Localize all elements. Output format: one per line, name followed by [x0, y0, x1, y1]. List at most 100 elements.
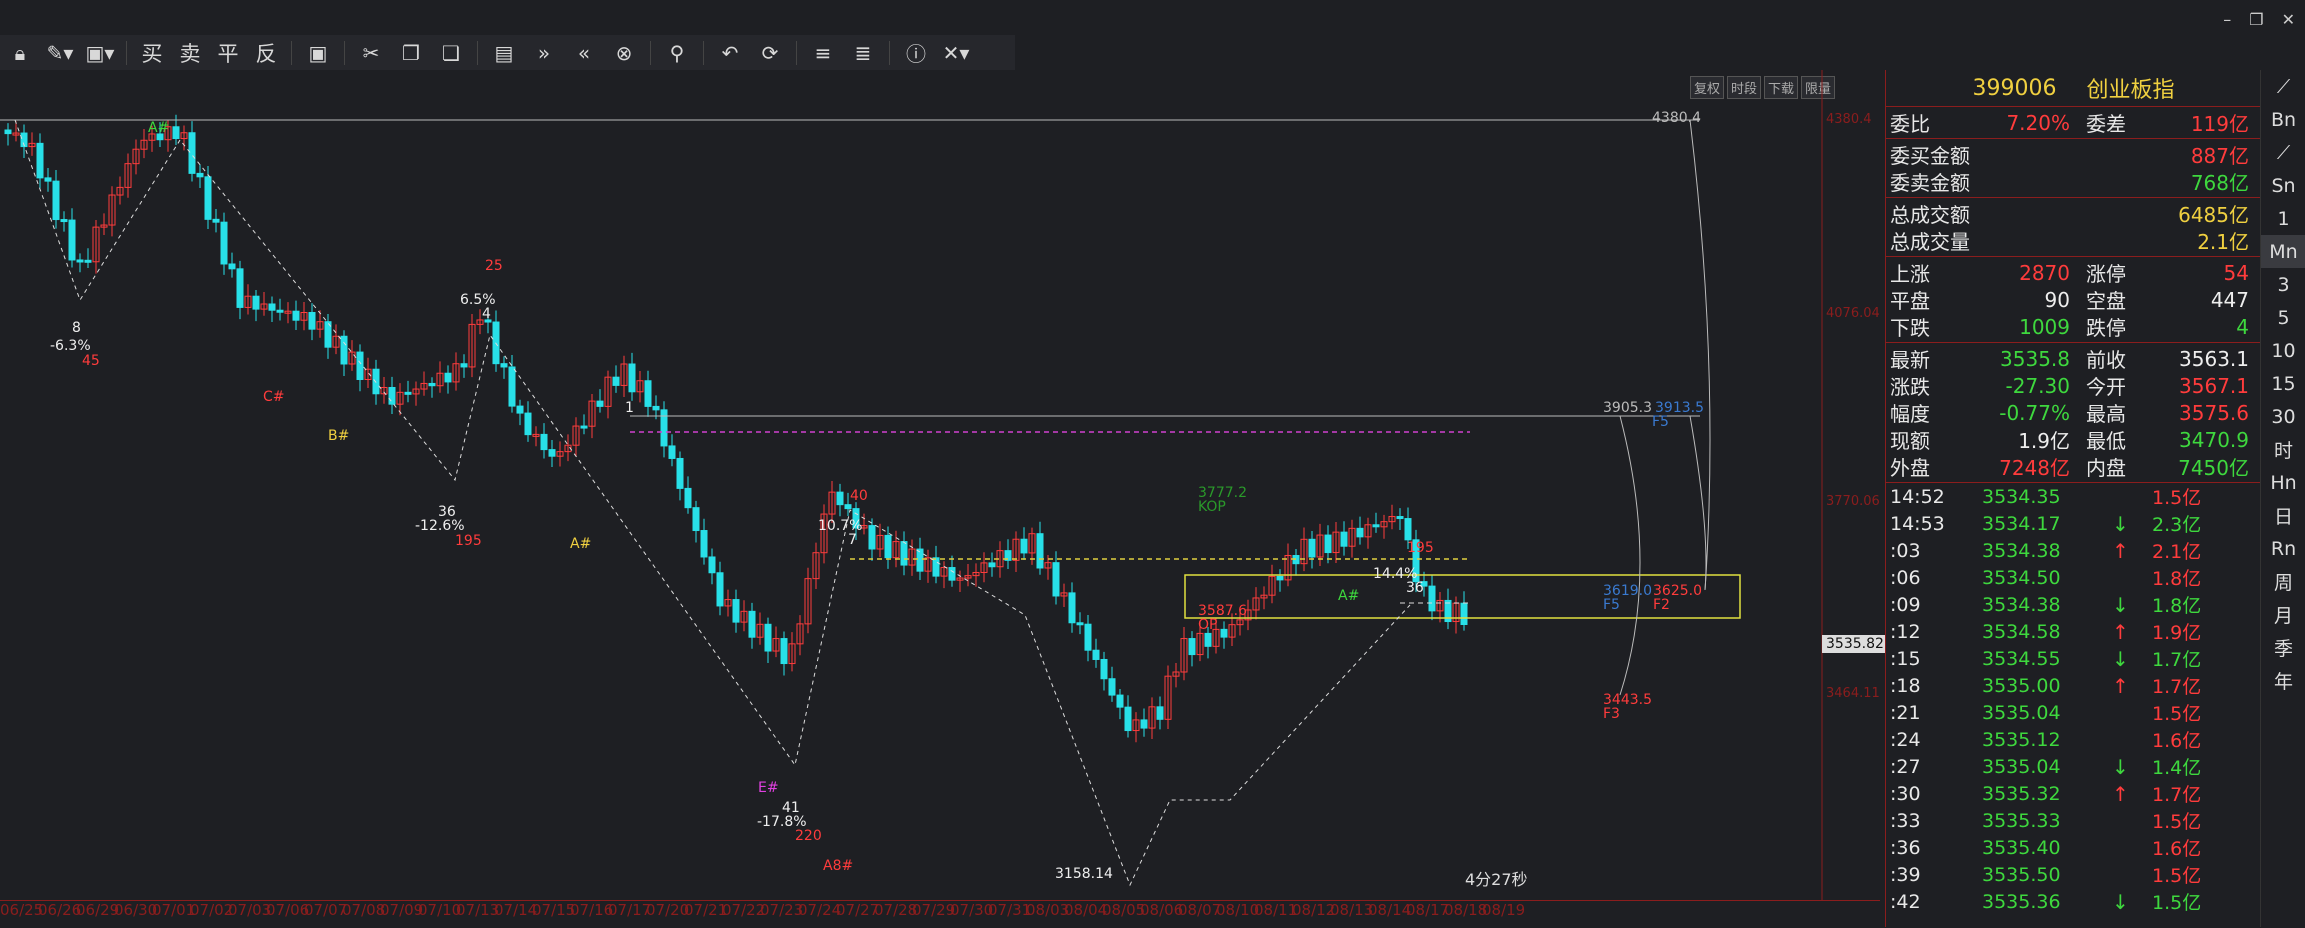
period-6[interactable]: 3: [2261, 268, 2305, 301]
date-tick: 06/29: [76, 901, 120, 919]
info-icon[interactable]: ⓘ: [900, 39, 932, 67]
align-left-icon[interactable]: ≡: [807, 39, 839, 67]
period-15[interactable]: 周: [2261, 565, 2305, 598]
tick-time: :06: [1890, 566, 1921, 589]
axis-label-4076: 4076.04: [1826, 306, 1880, 321]
candle-body: [748, 610, 756, 638]
paste-icon[interactable]: ❏: [435, 39, 467, 67]
candle-body: [1276, 575, 1284, 581]
tick-price: 3535.00: [1982, 674, 2061, 697]
candlestick-chart[interactable]: 4380.4 3905.3 3913.5 F5 3619.0 F5 3625.0 F2 3443…: [0, 70, 1888, 900]
tick-arrow: ↓: [2112, 754, 2129, 779]
period-12[interactable]: Hn: [2261, 466, 2305, 499]
period-5[interactable]: Mn: [2261, 235, 2305, 268]
buy-button[interactable]: 买: [137, 39, 167, 67]
field-label: 上涨: [1890, 262, 1930, 286]
tick-volume: 1.5亿: [2152, 892, 2202, 914]
field-value: 3567.1: [2179, 373, 2249, 398]
toolbar-divider: [796, 40, 797, 65]
undo-icon[interactable]: ↶: [714, 39, 746, 67]
tick-row: :30 3535.32 ↑ 1.7亿: [1886, 780, 2261, 807]
tick-volume: 1.7亿: [2152, 676, 2202, 698]
date-tick: 07/31: [988, 901, 1032, 919]
save-file-icon[interactable]: ▣: [302, 39, 334, 67]
minimize-icon[interactable]: –: [2223, 10, 2231, 29]
candle-body: [932, 557, 940, 577]
refresh-icon[interactable]: ⟳: [754, 39, 786, 67]
period-18[interactable]: 年: [2261, 664, 2305, 697]
axis-label-3464: 3464.11: [1826, 686, 1880, 701]
period-13[interactable]: 日: [2261, 499, 2305, 532]
period-16[interactable]: 月: [2261, 598, 2305, 631]
flat-button[interactable]: 平: [213, 39, 243, 67]
period-17[interactable]: 季: [2261, 631, 2305, 664]
search-icon[interactable]: ⚲: [661, 39, 693, 67]
copy-icon[interactable]: ❐: [395, 39, 427, 67]
chart-canvas[interactable]: 4380.43905.3 3913.5F53619.0F53625.0F23443…: [0, 70, 1880, 900]
tick-volume: 1.8亿: [2152, 568, 2202, 590]
field-label: 涨停: [2086, 262, 2126, 286]
candle-body: [612, 376, 620, 386]
field-label: 现额: [1890, 429, 1930, 453]
turnover-group: 总成交额 6485亿 总成交量 2.1亿: [1886, 198, 2261, 257]
period-7[interactable]: 5: [2261, 301, 2305, 334]
date-tick: 07/27: [836, 901, 880, 919]
candle-body: [444, 372, 452, 383]
tick-arrow: ↓: [2112, 592, 2129, 617]
candle-body: [628, 363, 636, 393]
chart-label-low_label: 3158.14: [1055, 866, 1113, 882]
sell-button[interactable]: 卖: [175, 39, 205, 67]
candle-body: [1108, 678, 1116, 696]
close-icon[interactable]: ✕▾: [940, 39, 972, 67]
order-amount-group: 委买金额 887亿 委卖金额 768亿: [1886, 139, 2261, 198]
period-2[interactable]: ⟋: [2261, 136, 2305, 169]
period-3[interactable]: Sn: [2261, 169, 2305, 202]
period-4[interactable]: 1: [2261, 202, 2305, 235]
period-10[interactable]: 30: [2261, 400, 2305, 433]
period-0[interactable]: ⟋: [2261, 70, 2305, 103]
candle-body: [1076, 622, 1084, 626]
field-value: 6485亿: [2178, 203, 2249, 227]
candle-body: [580, 425, 588, 429]
tick-row: :15 3534.55 ↓ 1.7亿: [1886, 645, 2261, 672]
period-8[interactable]: 10: [2261, 334, 2305, 367]
field-label: 内盘: [2086, 456, 2126, 480]
layout-icon[interactable]: ▤: [488, 39, 520, 67]
tick-list[interactable]: 14:52 3534.35 1.5亿 14:53 3534.17 ↓ 2.3亿:03 3534…: [1886, 483, 2261, 915]
reverse-button[interactable]: 反: [251, 39, 281, 67]
close-window-icon[interactable]: ✕: [2282, 10, 2295, 29]
period-9[interactable]: 15: [2261, 367, 2305, 400]
align-right-icon[interactable]: ≣: [847, 39, 879, 67]
wave-annotation: E#: [758, 780, 779, 796]
tick-price: 3535.50: [1982, 863, 2061, 886]
period-1[interactable]: Bn: [2261, 103, 2305, 136]
save-icon[interactable]: ▣▾: [84, 39, 116, 67]
rows1-row: 委比 7.20% 委差 119亿: [1886, 109, 2261, 137]
field-value: 4: [2236, 314, 2249, 339]
candle-body: [44, 177, 52, 182]
cancel-icon[interactable]: ⊗: [608, 39, 640, 67]
tick-price: 3535.12: [1982, 728, 2061, 751]
candle-body: [732, 599, 740, 623]
lock-icon[interactable]: 🔒︎: [4, 39, 36, 67]
date-tick: 08/18: [1444, 901, 1488, 919]
pen-icon[interactable]: ✎▾: [44, 39, 76, 67]
forward-icon[interactable]: »: [528, 39, 560, 67]
period-11[interactable]: 时: [2261, 433, 2305, 466]
tick-volume: 1.4亿: [2152, 757, 2202, 779]
current-price-marker: 3535.82: [1822, 635, 1888, 653]
tick-time: :33: [1890, 809, 1921, 832]
date-tick: 07/08: [342, 901, 386, 919]
field-label: 今开: [2086, 375, 2126, 399]
cut-icon[interactable]: ✂: [355, 39, 387, 67]
candle-body: [1084, 623, 1092, 651]
tick-volume: 1.6亿: [2152, 730, 2202, 752]
restore-icon[interactable]: ❐: [2249, 10, 2263, 29]
period-14[interactable]: Rn: [2261, 532, 2305, 565]
candle-body: [708, 556, 716, 574]
back-icon[interactable]: «: [568, 39, 600, 67]
date-tick: 07/16: [570, 901, 614, 919]
chart-label-high_level: 4380.4: [1652, 110, 1701, 126]
candle-body: [356, 351, 364, 380]
candle-body: [1308, 538, 1316, 558]
